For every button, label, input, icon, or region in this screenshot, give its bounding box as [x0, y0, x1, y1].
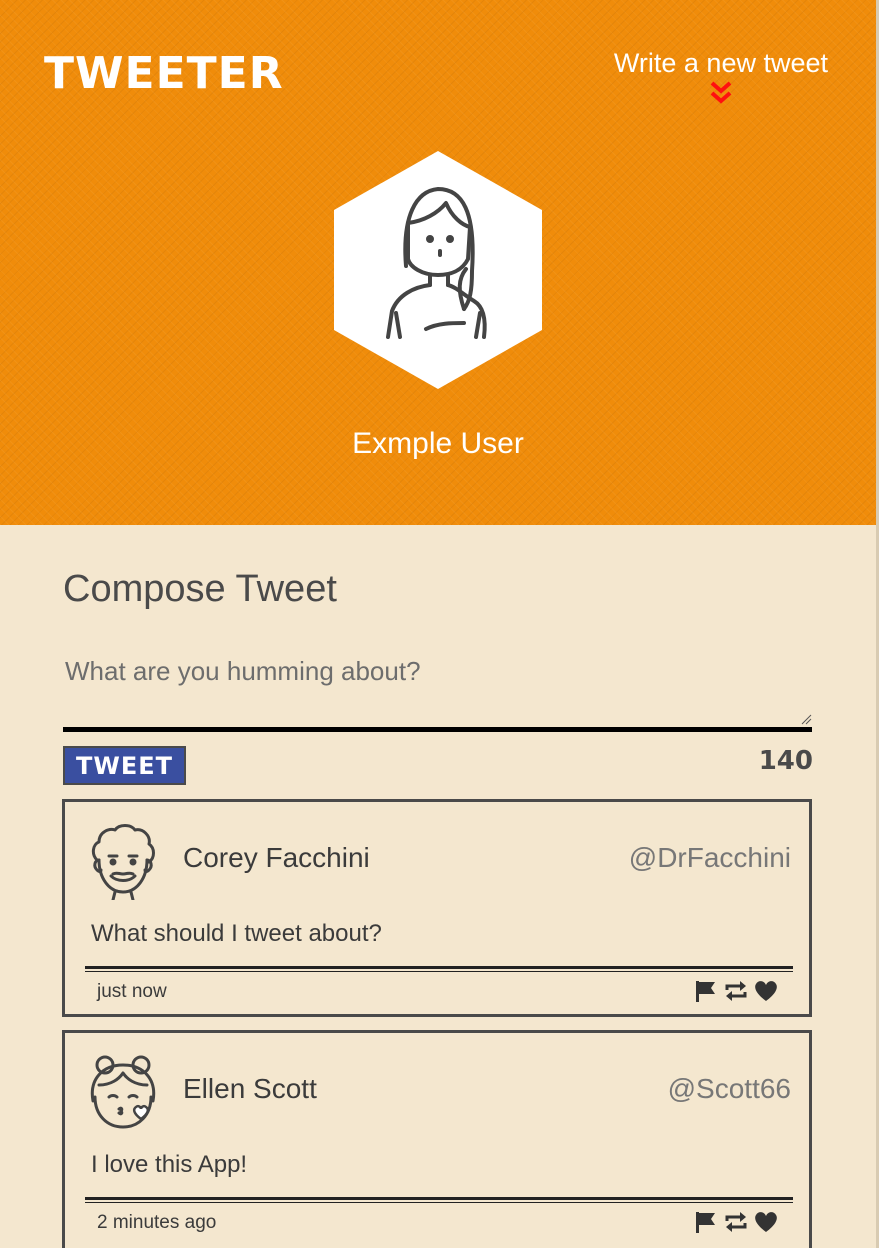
- heart-icon[interactable]: [753, 978, 779, 1004]
- resize-handle-icon[interactable]: [800, 713, 812, 725]
- character-counter: 140: [758, 746, 813, 776]
- tweet-divider: [85, 1197, 793, 1203]
- write-new-tweet-toggle[interactable]: Write a new tweet: [614, 46, 828, 106]
- profile-avatar: [334, 151, 542, 389]
- tweet-actions: [693, 1209, 779, 1235]
- user-avatar: [91, 824, 155, 900]
- brand-logo: TWEETER: [44, 48, 284, 99]
- tweet-actions: [693, 978, 779, 1004]
- flag-icon[interactable]: [693, 978, 719, 1004]
- tweet-input[interactable]: [63, 650, 812, 727]
- write-new-tweet-label[interactable]: Write a new tweet: [614, 46, 828, 80]
- user-avatar: [90, 1055, 156, 1129]
- tweet-timestamp: just now: [97, 981, 167, 1002]
- tweet-author-name: Ellen Scott: [183, 1073, 317, 1104]
- tweet-author-name: Corey Facchini: [183, 842, 370, 873]
- profile-username: Exmple User: [352, 427, 524, 460]
- tweet-text: I love this App!: [91, 1151, 248, 1178]
- tweet-author-handle: @DrFacchini: [628, 842, 791, 873]
- tweet-submit-button[interactable]: TWEET: [63, 746, 186, 785]
- tweet-timestamp: 2 minutes ago: [97, 1212, 217, 1233]
- tweet-card: Ellen Scott @Scott66 I love this App! 2 …: [62, 1030, 812, 1248]
- tweet-text: What should I tweet about?: [91, 920, 382, 947]
- compose-divider: [63, 727, 812, 732]
- profile-header: TWEETER Write a new tweet Exmple User: [0, 0, 876, 525]
- retweet-icon[interactable]: [723, 1209, 749, 1235]
- double-chevron-down-icon[interactable]: [708, 80, 734, 106]
- compose-title: Compose Tweet: [63, 568, 337, 610]
- tweet-card: Corey Facchini @DrFacchini What should I…: [62, 799, 812, 1017]
- flag-icon[interactable]: [693, 1209, 719, 1235]
- heart-icon[interactable]: [753, 1209, 779, 1235]
- retweet-icon[interactable]: [723, 978, 749, 1004]
- tweet-author-handle: @Scott66: [667, 1073, 791, 1104]
- tweet-divider: [85, 966, 793, 972]
